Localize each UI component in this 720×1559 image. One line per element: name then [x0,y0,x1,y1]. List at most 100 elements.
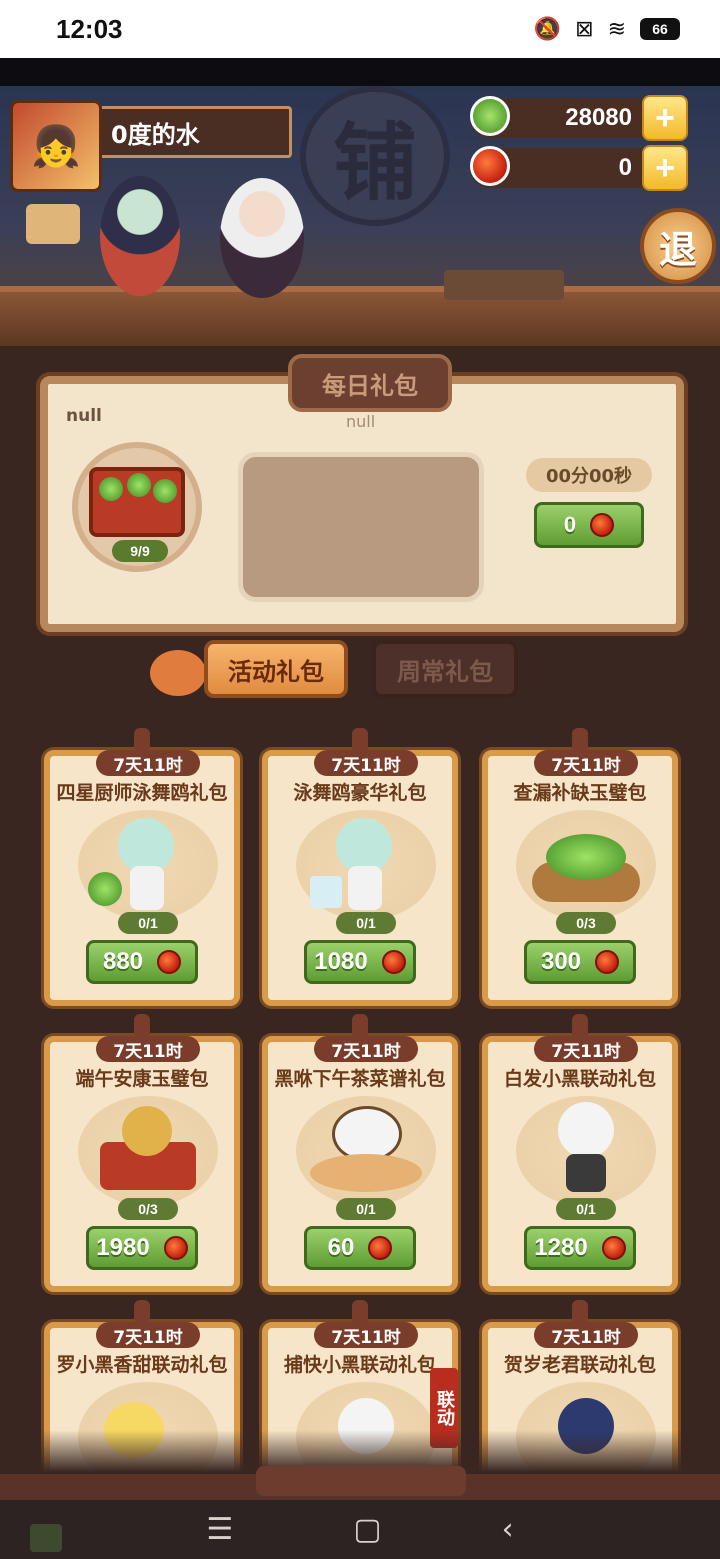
pack-price: 300 [540,948,582,975]
pack-art-jade-basket [516,810,656,920]
pack-price: 60 [327,1234,355,1261]
bottom-handle [256,1466,466,1496]
pack-art-teapot [296,1096,436,1206]
daily-pack-label-left: null [66,406,102,426]
apple-icon [595,950,620,974]
battery-icon: 66 [640,18,680,40]
tab-event-packs[interactable]: 活动礼包 [204,640,348,698]
status-time: 12:03 [56,13,123,44]
cat-icon [150,650,206,696]
daily-timer: 00分00秒 [526,458,652,492]
system-nav-bar: ☰ ▢ ‹ [0,1500,720,1559]
speech-bubble [238,452,484,602]
pack-title: 贺岁老君联动礼包 [503,1354,656,1376]
apple-icon [368,1236,393,1260]
apple-amount: 0 [618,154,632,181]
apple-currency: 0 + [470,145,688,191]
pack-card[interactable]: 7天11时 白发小黑联动礼包 0/1 1280 [482,1014,678,1292]
keyboard-icon[interactable] [30,1524,62,1552]
pack-buy-button[interactable]: 1080 [304,940,416,984]
jade-currency: 28080 + [470,95,688,141]
apple-icon [470,146,510,186]
main-panel: 每日礼包 null null 9/9 00分00秒 0 活动礼包 周常礼包 7天… [0,346,720,1559]
pack-title: 黑咻下午茶菜谱礼包 [274,1068,446,1090]
pack-buy-button[interactable]: 1280 [524,1226,636,1270]
pack-count: 0/1 [336,912,396,934]
pack-price: 880 [102,948,144,975]
player-name: 0度的水 [98,106,292,158]
pack-timer: 7天11时 [96,1322,200,1348]
add-jade-button[interactable]: + [642,95,688,141]
pack-art-chef [296,810,436,920]
shop-counter [0,286,720,346]
character-lady[interactable] [100,176,180,296]
add-apple-button[interactable]: + [642,145,688,191]
pack-timer: 7天11时 [314,1036,418,1062]
pack-price: 1980 [96,1234,150,1261]
jade-amount: 28080 [565,104,632,131]
pack-buy-button[interactable]: 60 [304,1226,416,1270]
back-icon[interactable]: ‹ [502,1512,514,1547]
home-icon[interactable]: ▢ [353,1512,381,1547]
pack-title: 罗小黑香甜联动礼包 [56,1354,228,1376]
close-box-icon: ⊠ [575,16,594,42]
pack-count: 0/1 [556,1198,616,1220]
pack-buy-button[interactable]: 880 [86,940,198,984]
avatar-icon: 👧 [31,123,81,170]
status-icons: 🔕 ⊠ ≋ 66 [534,17,680,42]
pack-count: 0/3 [118,1198,178,1220]
pack-title: 捕快小黑联动礼包 [283,1354,436,1376]
pack-buy-button[interactable]: 300 [524,940,636,984]
pack-price: 1280 [534,1234,588,1261]
exit-button[interactable]: 退 [640,208,716,284]
pack-title: 四星厨师泳舞鸥礼包 [56,782,228,804]
top-gap [0,58,720,86]
player-avatar[interactable]: 👧 [10,100,102,192]
pack-count: 0/1 [118,912,178,934]
pack-timer: 7天11时 [96,750,200,776]
pack-card[interactable]: 7天11时 查漏补缺玉璧包 0/3 300 [482,728,678,1006]
pack-art-chest [78,1096,218,1206]
pack-art-chef [78,810,218,920]
stacked-books [444,270,564,300]
apple-icon [157,950,182,974]
status-bar: 12:03 🔕 ⊠ ≋ 66 [0,0,720,58]
pack-card[interactable]: 7天11时 端午安康玉璧包 0/3 1980 [44,1014,240,1292]
pack-timer: 7天11时 [534,750,638,776]
pack-title: 查漏补缺玉璧包 [513,782,647,804]
pack-title: 白发小黑联动礼包 [503,1068,656,1090]
pack-count: 0/3 [556,912,616,934]
daily-chest[interactable]: 9/9 [72,442,202,572]
apple-icon [601,1236,626,1260]
apple-icon [163,1236,188,1260]
apple-icon [381,950,406,974]
pack-timer: 7天11时 [534,1322,638,1348]
daily-pack-title: 每日礼包 [288,354,452,412]
chest-count: 9/9 [112,540,168,562]
pack-count: 0/1 [336,1198,396,1220]
wifi-icon: ≋ [607,16,626,42]
pack-title: 端午安康玉璧包 [75,1068,209,1090]
tab-weekly-packs[interactable]: 周常礼包 [372,640,518,698]
apple-icon [590,513,615,537]
character-boy[interactable] [220,178,304,298]
pack-timer: 7天11时 [96,1036,200,1062]
daily-price: 0 [563,512,577,537]
chest-icon [89,467,185,537]
pack-timer: 7天11时 [314,1322,418,1348]
daily-pack-panel: 每日礼包 null null 9/9 00分00秒 0 [40,354,684,632]
shop-sign: 铺 [300,86,450,226]
pack-timer: 7天11时 [534,1036,638,1062]
daily-pack-label-center: null [346,412,376,431]
menu-icon[interactable]: ☰ [206,1512,233,1547]
pack-card[interactable]: 7天11时 泳舞鸥豪华礼包 0/1 1080 [262,728,458,1006]
pack-card[interactable]: 7天11时 四星厨师泳舞鸥礼包 0/1 880 [44,728,240,1006]
pack-card[interactable]: 7天11时 黑咻下午茶菜谱礼包 0/1 60 [262,1014,458,1292]
pack-art-white-hair [516,1096,656,1206]
pack-title: 泳舞鸥豪华礼包 [293,782,427,804]
daily-buy-button[interactable]: 0 [534,502,644,548]
pack-buy-button[interactable]: 1980 [86,1226,198,1270]
jade-icon [470,96,510,136]
lamp-decoration [26,204,80,244]
mute-icon: 🔕 [533,16,562,42]
